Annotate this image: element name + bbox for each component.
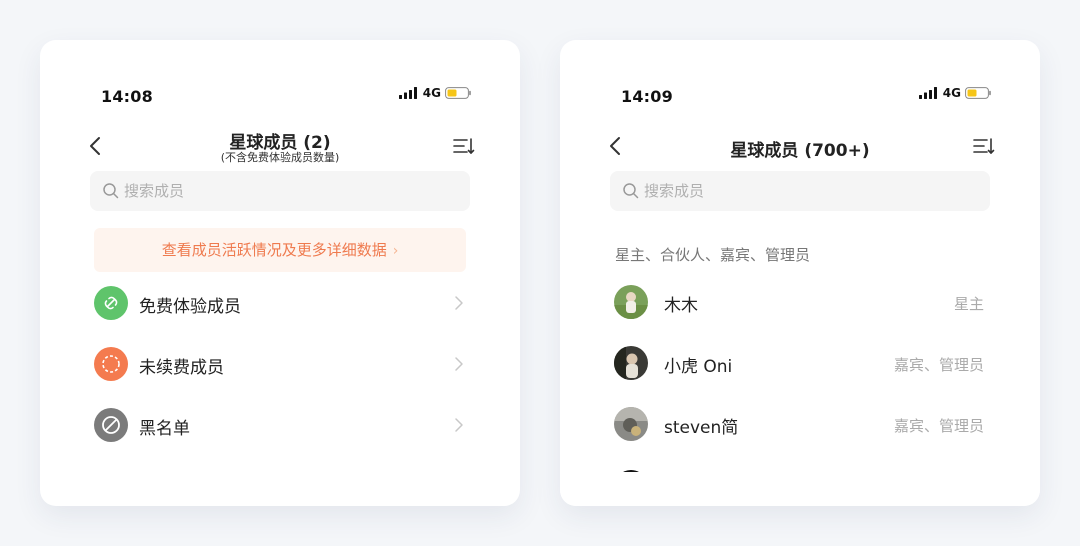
search-box[interactable] [610,171,990,211]
menu-item-free-trial[interactable]: 免费体验成员 [94,278,466,328]
member-role: 嘉宾、管理员 [893,356,984,374]
status-bar: 14:08 4G [101,86,471,107]
search-input[interactable] [124,171,460,211]
page-subtitle: (不含免费体验成员数量) [220,151,340,164]
status-bar: 14:09 4G [621,86,991,107]
section-header: 星主、合伙人、嘉宾、管理员 [615,246,811,264]
search-icon [103,183,119,199]
menu-item-blacklist[interactable]: 黑名单 [94,400,466,450]
sort-icon[interactable] [452,136,476,156]
network-label: 4G [422,86,441,100]
status-time: 14:08 [101,87,153,106]
search-icon [623,183,639,199]
signal-icon [399,87,417,99]
battery-icon [965,87,991,99]
avatar [614,285,648,319]
search-input[interactable] [644,171,980,211]
avatar [614,407,648,441]
battery-icon [445,87,471,99]
chevron-right-icon [455,418,463,432]
member-activity-banner[interactable]: 查看成员活跃情况及更多详细数据 › [94,228,466,272]
menu-item-label: 黑名单 [139,419,190,439]
menu-item-label: 未续费成员 [139,358,224,378]
list-item[interactable]: steven简 嘉宾、管理员 [614,400,986,450]
search-box[interactable] [90,171,470,211]
screen-left: 14:08 4G 星球成员 (2) (不含免费体验成员数量) 搜索成员 查看成员… [40,40,520,506]
list-fade-overlay [560,472,1040,506]
list-item[interactable]: 小虎 Oni 嘉宾、管理员 [614,339,986,389]
menu-item-label: 免费体验成员 [139,297,241,317]
chevron-right-icon: › [392,243,399,259]
link-icon [94,286,128,320]
signal-icon [919,87,937,99]
banner-label: 查看成员活跃情况及更多详细数据 [161,241,387,259]
block-icon [94,408,128,442]
page-title: 星球成员 (700+) [730,141,870,161]
nav-bar: 星球成员 (2) (不含免费体验成员数量) [80,126,480,170]
avatar [614,346,648,380]
member-name: 木木 [664,296,698,316]
list-item[interactable]: 木木 星主 [614,278,986,328]
status-time: 14:09 [621,87,673,106]
member-role: 嘉宾、管理员 [893,417,984,435]
chevron-right-icon [455,357,463,371]
renew-icon [94,347,128,381]
nav-bar: 星球成员 (700+) [600,126,1000,170]
network-label: 4G [942,86,961,100]
member-name: 小虎 Oni [664,357,733,377]
member-role: 星主 [953,295,984,313]
member-name: steven简 [664,418,739,438]
screen-right: 14:09 4G 星球成员 (700+) 搜索成员 星主、合伙人、嘉宾、管理员 … [560,40,1040,506]
sort-icon[interactable] [972,136,996,156]
menu-item-unrenewed[interactable]: 未续费成员 [94,339,466,389]
chevron-right-icon [455,296,463,310]
